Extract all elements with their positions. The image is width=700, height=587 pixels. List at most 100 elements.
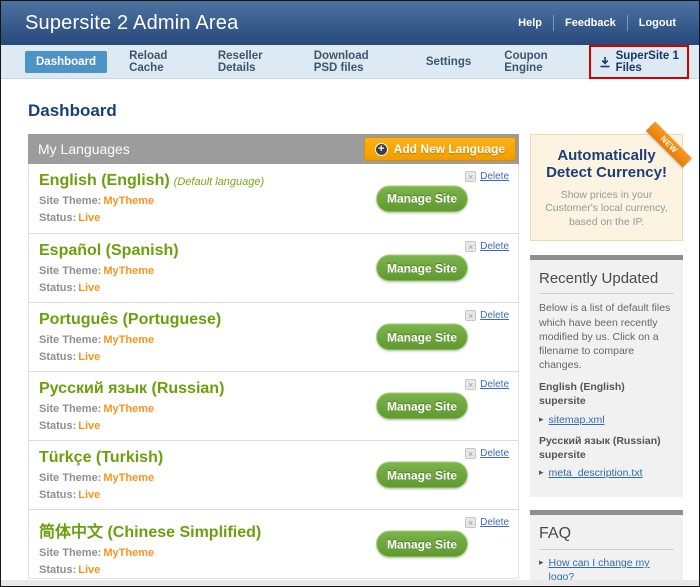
nav-item-settings[interactable]: Settings [415, 51, 482, 73]
status-value: Live [78, 282, 100, 294]
delete-link-label: Delete [480, 448, 509, 459]
updated-file-link[interactable]: meta_description.txt [539, 467, 674, 481]
nav-item-reseller-details[interactable]: Reseller Details [207, 45, 292, 79]
delete-link-label: Delete [480, 241, 509, 252]
header-links: HelpFeedbackLogout [507, 15, 687, 31]
status-value: Live [78, 212, 100, 224]
download-icon [599, 56, 611, 68]
site-theme-label: Site Theme: [39, 403, 101, 415]
supersite1-files-link[interactable]: SuperSite 1 Files [589, 45, 689, 79]
manage-site-button[interactable]: Manage Site [376, 531, 468, 558]
header-link-logout[interactable]: Logout [627, 15, 687, 31]
status-value: Live [78, 420, 100, 432]
sidebar: NEW Automatically Detect Currency! Show … [530, 134, 683, 587]
language-row: 简体中文 (Chinese Simplified) Site Theme:MyT… [29, 509, 518, 578]
site-theme-label: Site Theme: [39, 195, 101, 207]
faq-title: FAQ [539, 522, 674, 550]
default-language-note: (Default language) [174, 176, 265, 188]
page-title: Dashboard [28, 101, 683, 121]
manage-site-button[interactable]: Manage Site [376, 324, 468, 351]
updated-group-label: English (English) supersite [539, 381, 674, 408]
site-theme-label: Site Theme: [39, 265, 101, 277]
plus-icon [375, 143, 388, 156]
language-name: Español (Spanish) [39, 242, 179, 259]
site-theme-value: MyTheme [103, 265, 154, 277]
recently-updated-intro: Below is a list of default files which h… [539, 301, 674, 372]
add-new-language-button[interactable]: Add New Language [364, 137, 516, 161]
manage-site-button[interactable]: Manage Site [376, 255, 468, 282]
content-area: Dashboard My Languages Add New Language … [1, 79, 699, 587]
status-label: Status: [39, 489, 76, 501]
header-link-feedback[interactable]: Feedback [553, 15, 627, 31]
delete-link-label: Delete [480, 517, 509, 528]
site-theme-value: MyTheme [103, 547, 154, 559]
updated-group-label: Русский язык (Russian) supersite [539, 435, 674, 462]
site-theme-label: Site Theme: [39, 472, 101, 484]
delete-link[interactable]: Delete [465, 241, 509, 252]
site-theme-value: MyTheme [103, 334, 154, 346]
language-list: English (English) (Default language) Site… [28, 164, 519, 579]
files-link-label: SuperSite 1 Files [616, 50, 679, 74]
currency-promo: NEW Automatically Detect Currency! Show … [530, 134, 683, 241]
status-value: Live [78, 489, 100, 501]
delete-link-label: Delete [480, 310, 509, 321]
nav-item-coupon-engine[interactable]: Coupon Engine [493, 45, 577, 79]
arrow-bullet-icon [539, 467, 544, 481]
nav-item-reload-cache[interactable]: Reload Cache [118, 45, 196, 79]
delete-icon [465, 241, 476, 252]
file-link-label[interactable]: sitemap.xml [549, 414, 605, 428]
manage-site-button[interactable]: Manage Site [376, 185, 468, 212]
nav-item-download-psd-files[interactable]: Download PSD files [303, 45, 404, 79]
updated-file-link[interactable]: sitemap.xml [539, 414, 674, 428]
app-header: Supersite 2 Admin Area HelpFeedbackLogou… [1, 1, 699, 45]
delete-link[interactable]: Delete [465, 517, 509, 528]
main-nav: Dashboard Reload Cache Reseller Details Dow… [1, 45, 699, 79]
manage-site-button[interactable]: Manage Site [376, 462, 468, 489]
my-languages-header: My Languages Add New Language [28, 134, 519, 164]
delete-icon [465, 310, 476, 321]
delete-link[interactable]: Delete [465, 310, 509, 321]
add-button-label: Add New Language [394, 142, 505, 156]
delete-link[interactable]: Delete [465, 379, 509, 390]
status-label: Status: [39, 351, 76, 363]
currency-promo-text: Show prices in your Customer's local cur… [537, 189, 676, 230]
site-theme-label: Site Theme: [39, 547, 101, 559]
language-name: English (English) [39, 172, 170, 189]
language-name: Português (Portuguese) [39, 311, 221, 328]
page-bottom-strip [1, 580, 699, 586]
site-theme-value: MyTheme [103, 195, 154, 207]
delete-icon [465, 379, 476, 390]
status-label: Status: [39, 212, 76, 224]
header-link-help[interactable]: Help [507, 15, 553, 31]
site-theme-value: MyTheme [103, 403, 154, 415]
panel-title: My Languages [38, 141, 130, 157]
faq-section: FAQ How can I change my logo?Why can't I… [530, 510, 683, 587]
nav-item-dashboard[interactable]: Dashboard [25, 51, 107, 73]
delete-icon [465, 517, 476, 528]
manage-site-button[interactable]: Manage Site [376, 393, 468, 420]
language-name: 简体中文 (Chinese Simplified) [39, 524, 261, 541]
language-row: Español (Spanish) Site Theme:MyTheme Sta… [29, 233, 518, 302]
language-name: Русский язык (Russian) [39, 380, 224, 397]
status-value: Live [78, 564, 100, 576]
language-row: Português (Portuguese) Site Theme:MyThem… [29, 302, 518, 371]
recently-updated-title: Recently Updated [539, 267, 674, 294]
delete-link[interactable]: Delete [465, 171, 509, 182]
status-value: Live [78, 351, 100, 363]
app-title: Supersite 2 Admin Area [25, 12, 238, 35]
currency-promo-title: Automatically Detect Currency! [537, 147, 676, 182]
site-theme-value: MyTheme [103, 472, 154, 484]
delete-link[interactable]: Delete [465, 448, 509, 459]
status-label: Status: [39, 420, 76, 432]
site-theme-label: Site Theme: [39, 334, 101, 346]
my-languages-panel: My Languages Add New Language English (E… [28, 134, 519, 579]
recently-updated-section: Recently Updated Below is a list of defa… [530, 255, 683, 497]
file-link-label[interactable]: meta_description.txt [549, 467, 643, 481]
admin-page: Supersite 2 Admin Area HelpFeedbackLogou… [0, 0, 700, 587]
status-label: Status: [39, 282, 76, 294]
language-row: Русский язык (Russian) Site Theme:MyThem… [29, 371, 518, 440]
language-name: Türkçe (Turkish) [39, 449, 163, 466]
language-row: Türkçe (Turkish) Site Theme:MyTheme Stat… [29, 440, 518, 509]
delete-icon [465, 171, 476, 182]
arrow-bullet-icon [539, 414, 544, 428]
